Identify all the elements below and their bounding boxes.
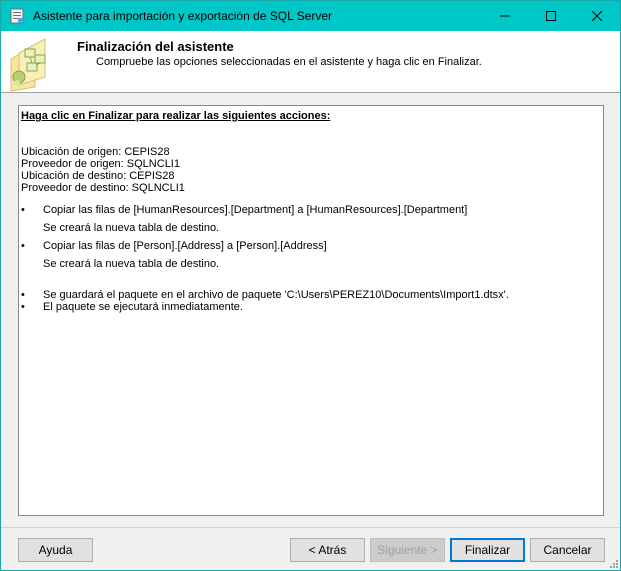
window-title: Asistente para importación y exportación… [33,9,333,23]
report-heading: Haga clic en Finalizar para realizar las… [21,110,331,122]
maximize-button[interactable] [528,1,574,31]
bullet: • [21,204,25,216]
maximize-icon [546,11,556,21]
action-text: Copiar las filas de [HumanResources].[De… [43,204,468,216]
cancel-button[interactable]: Cancelar [530,538,605,562]
next-button[interactable]: Siguiente > [370,538,445,562]
source-location: Ubicación de origen: CEPIS28 [21,146,170,158]
minimize-icon [500,15,510,17]
destination-location: Ubicación de destino: CEPIS28 [21,170,175,182]
destination-provider: Proveedor de destino: SQLNCLI1 [21,182,185,194]
list-item: • Se guardará el paquete en el archivo d… [21,289,601,301]
source-provider: Proveedor de origen: SQLNCLI1 [21,158,180,170]
wizard-window: Asistente para importación y exportación… [0,0,621,571]
save-package-text: Se guardará el paquete en el archivo de … [43,289,509,301]
sql-wizard-app-icon [10,8,24,24]
bullet: • [21,240,25,252]
bullet: • [21,301,25,313]
action-text: Copiar las filas de [Person].[Address] a… [43,240,327,252]
page-subtitle: Compruebe las opciones seleccionadas en … [96,56,482,68]
list-item: • Copiar las filas de [Person].[Address]… [21,240,601,252]
footer-divider [1,527,620,528]
close-button[interactable] [574,1,620,31]
page-title: Finalización del asistente [77,39,234,54]
list-item: • El paquete se ejecutará inmediatamente… [21,301,601,313]
action-note: Se creará la nueva tabla de destino. [43,258,220,270]
summary-report[interactable]: Haga clic en Finalizar para realizar las… [18,105,604,516]
title-bar[interactable]: Asistente para importación y exportación… [1,1,620,31]
wizard-header-icon [10,38,46,92]
close-icon [592,11,602,21]
resize-grip-icon[interactable] [608,558,618,568]
execute-now-text: El paquete se ejecutará inmediatamente. [43,301,243,313]
minimize-button[interactable] [482,1,528,31]
list-item: • Copiar las filas de [HumanResources].[… [21,204,601,216]
wizard-header: Finalización del asistente Compruebe las… [1,31,620,93]
bullet: • [21,289,25,301]
finish-button[interactable]: Finalizar [450,538,525,562]
back-button[interactable]: < Atrás [290,538,365,562]
action-note: Se creará la nueva tabla de destino. [43,222,220,234]
help-button[interactable]: Ayuda [18,538,93,562]
